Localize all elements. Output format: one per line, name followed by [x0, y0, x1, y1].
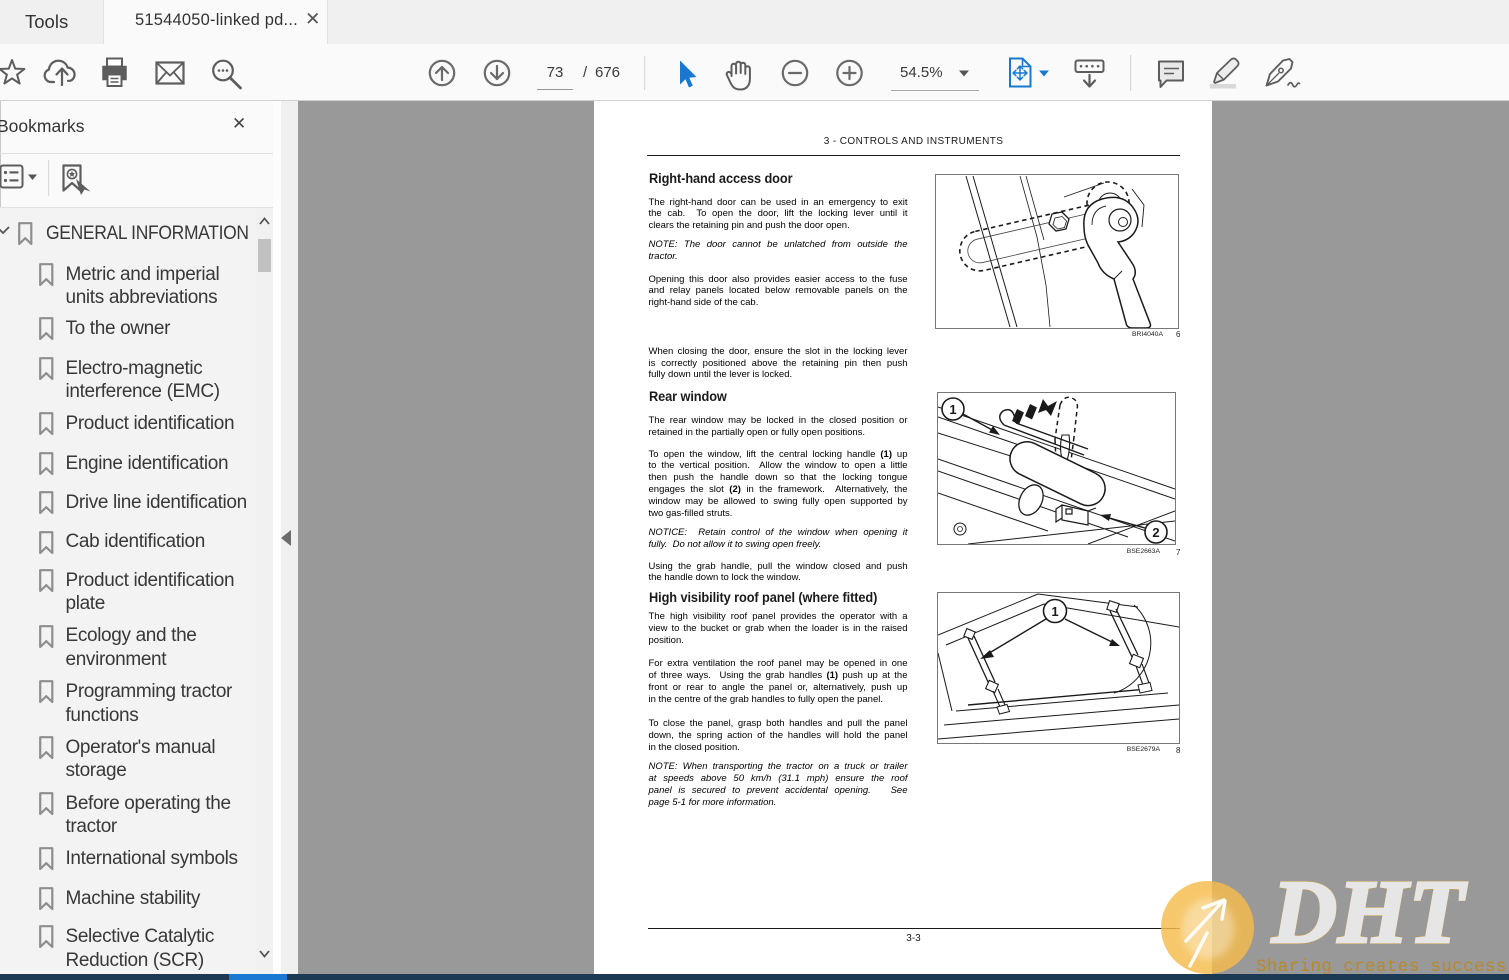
svg-text:2: 2 [1152, 525, 1159, 540]
svg-text:1: 1 [949, 402, 956, 417]
svg-text:1: 1 [1051, 604, 1058, 619]
